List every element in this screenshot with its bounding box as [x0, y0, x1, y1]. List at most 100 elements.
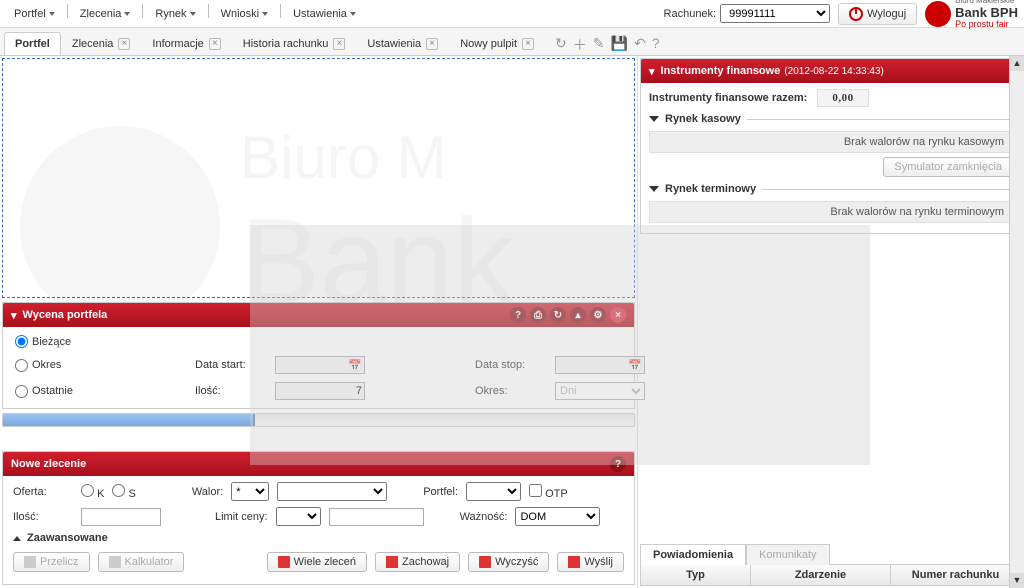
help-icon[interactable]: ? — [510, 307, 526, 323]
zaawansowane-toggle[interactable]: Zaawansowane — [13, 532, 624, 544]
radio-okres[interactable]: Okres — [15, 359, 195, 372]
account-dropdown[interactable]: 99991111 — [720, 4, 830, 23]
close-icon[interactable]: × — [610, 307, 626, 323]
collapse-icon[interactable]: ▾ — [649, 65, 655, 78]
zachowaj-button[interactable]: Zachowaj — [375, 552, 460, 572]
help-icon[interactable]: ? — [652, 35, 660, 55]
separator — [142, 4, 143, 18]
input-ilosc[interactable] — [275, 382, 365, 400]
settings-icon[interactable]: ⚙ — [590, 307, 606, 323]
radio-k[interactable]: K — [81, 484, 104, 500]
sum-label: Instrumenty finansowe razem: — [649, 92, 807, 104]
save-icon[interactable]: 💾 — [611, 35, 628, 55]
menu-wnioski[interactable]: Wnioski — [213, 4, 277, 24]
horizontal-scrollbar[interactable] — [2, 413, 635, 427]
caret-icon — [262, 12, 268, 16]
refresh-icon[interactable]: ↻ — [555, 35, 567, 55]
nowe-zlecenie-panel: Nowe zlecenie ? Oferta: K S Walor: * Por… — [2, 451, 635, 585]
tab-powiadomienia[interactable]: Powiadomienia — [640, 544, 746, 565]
radio-s[interactable]: S — [112, 484, 135, 500]
tab-zlecenia[interactable]: Zlecenia× — [61, 32, 142, 55]
section-rynek-kasowy[interactable]: Rynek kasowy — [649, 113, 1013, 125]
tab-historia[interactable]: Historia rachunku× — [232, 32, 357, 55]
separator — [67, 4, 68, 18]
dashboard-drop-area[interactable] — [2, 58, 635, 298]
section-rynek-terminowy[interactable]: Rynek terminowy — [649, 183, 1013, 195]
wiele-zlecen-button[interactable]: Wiele zleceń — [267, 552, 367, 572]
undo-icon[interactable]: ↶ — [634, 35, 646, 55]
account-label: Rachunek: — [664, 8, 717, 20]
kalkulator-button[interactable]: Kalkulator — [98, 552, 185, 572]
select-portfel[interactable] — [466, 482, 521, 501]
close-icon[interactable]: × — [209, 38, 221, 50]
select-waznosc[interactable]: DOM — [515, 507, 600, 526]
col-typ[interactable]: Typ — [641, 565, 751, 585]
edit-icon[interactable]: ✎ — [593, 35, 605, 55]
menu-ustawienia[interactable]: Ustawienia — [285, 4, 364, 24]
close-icon[interactable]: × — [522, 38, 534, 50]
label-portfel: Portfel: — [423, 486, 458, 498]
collapse-icon[interactable]: ▾ — [11, 309, 17, 322]
caret-icon — [49, 12, 55, 16]
main-menu: Portfel Zlecenia Rynek Wnioski Ustawieni… — [6, 4, 364, 24]
add-icon[interactable]: ＋ — [573, 35, 587, 55]
help-icon[interactable]: ? — [610, 456, 626, 472]
brand-tagline: Po prostu fair — [955, 20, 1018, 30]
tab-portfel[interactable]: Portfel — [4, 32, 61, 55]
col-numer[interactable]: Numer rachunku — [891, 565, 1021, 585]
panel-title: Nowe zlecenie — [11, 458, 86, 470]
select-walor-prefix[interactable]: * — [231, 482, 269, 501]
wyslij-button[interactable]: Wyślij — [557, 552, 624, 572]
input-ilosc[interactable] — [81, 508, 161, 526]
menu-portfel[interactable]: Portfel — [6, 4, 63, 24]
tab-informacje[interactable]: Informacje× — [141, 32, 231, 55]
collapse-up-icon[interactable]: ▴ — [570, 307, 586, 323]
menu-rynek[interactable]: Rynek — [147, 4, 203, 24]
logout-label: Wyloguj — [867, 8, 906, 20]
symulator-button[interactable]: Symulator zamknięcia — [883, 157, 1013, 177]
print-icon[interactable]: ⎙ — [530, 307, 546, 323]
wyczysc-button[interactable]: Wyczyść — [468, 552, 549, 572]
close-icon[interactable]: × — [333, 38, 345, 50]
input-datastart[interactable]: 📅 — [275, 356, 365, 374]
radio-biezace[interactable]: Bieżące — [15, 335, 195, 348]
input-datastop[interactable]: 📅 — [555, 356, 645, 374]
radio-ostatnie[interactable]: Ostatnie — [15, 385, 195, 398]
empty-msg-kasowy: Brak walorów na rynku kasowym — [649, 131, 1013, 153]
power-icon — [849, 7, 863, 21]
brand-line2: Bank BPH — [955, 6, 1018, 20]
left-column: ▾ Wycena portfela ? ⎙ ↻ ▴ ⚙ × Bieżące Ok… — [0, 56, 637, 588]
przelicz-button[interactable]: Przelicz — [13, 552, 90, 572]
account-selector: Rachunek: 99991111 — [664, 4, 831, 23]
workspace-tabstrip: Portfel Zlecenia× Informacje× Historia r… — [0, 28, 1024, 56]
vertical-scrollbar[interactable]: ▲ ▼ — [1009, 56, 1024, 588]
logout-button[interactable]: Wyloguj — [838, 3, 917, 25]
close-icon[interactable]: × — [426, 38, 438, 50]
instrumenty-panel: ▾ Instrumenty finansowe (2012-08-22 14:3… — [640, 58, 1022, 234]
separator — [280, 4, 281, 18]
panel-header: ▾ Instrumenty finansowe (2012-08-22 14:3… — [641, 59, 1021, 83]
triangle-down-icon — [649, 186, 659, 192]
scroll-down-icon[interactable]: ▼ — [1010, 573, 1024, 588]
select-okres[interactable]: Dni — [555, 382, 645, 400]
label-ilosc: Ilość: — [195, 385, 275, 397]
col-zdarzenie[interactable]: Zdarzenie — [751, 565, 891, 585]
menu-zlecenia[interactable]: Zlecenia — [72, 4, 139, 24]
panel-title: Wycena portfela — [23, 309, 108, 321]
panel-header: ▾ Wycena portfela ? ⎙ ↻ ▴ ⚙ × — [3, 303, 634, 327]
tab-ustawienia[interactable]: Ustawienia× — [356, 32, 449, 55]
close-icon[interactable]: × — [118, 38, 130, 50]
label-oferta: Oferta: — [13, 486, 73, 498]
select-walor[interactable] — [277, 482, 387, 501]
caret-icon — [190, 12, 196, 16]
scroll-up-icon[interactable]: ▲ — [1010, 56, 1024, 71]
tab-nowy-pulpit[interactable]: Nowy pulpit× — [449, 32, 545, 55]
select-limit-type[interactable] — [276, 507, 321, 526]
tab-toolbar: ↻ ＋ ✎ 💾 ↶ ? — [555, 35, 659, 55]
refresh-icon[interactable]: ↻ — [550, 307, 566, 323]
label-okres: Okres: — [475, 385, 555, 397]
notifications-table-header: Typ Zdarzenie Numer rachunku — [640, 565, 1022, 586]
tab-komunikaty[interactable]: Komunikaty — [746, 544, 829, 565]
input-limit[interactable] — [329, 508, 424, 526]
checkbox-otp[interactable]: OTP — [529, 484, 568, 500]
